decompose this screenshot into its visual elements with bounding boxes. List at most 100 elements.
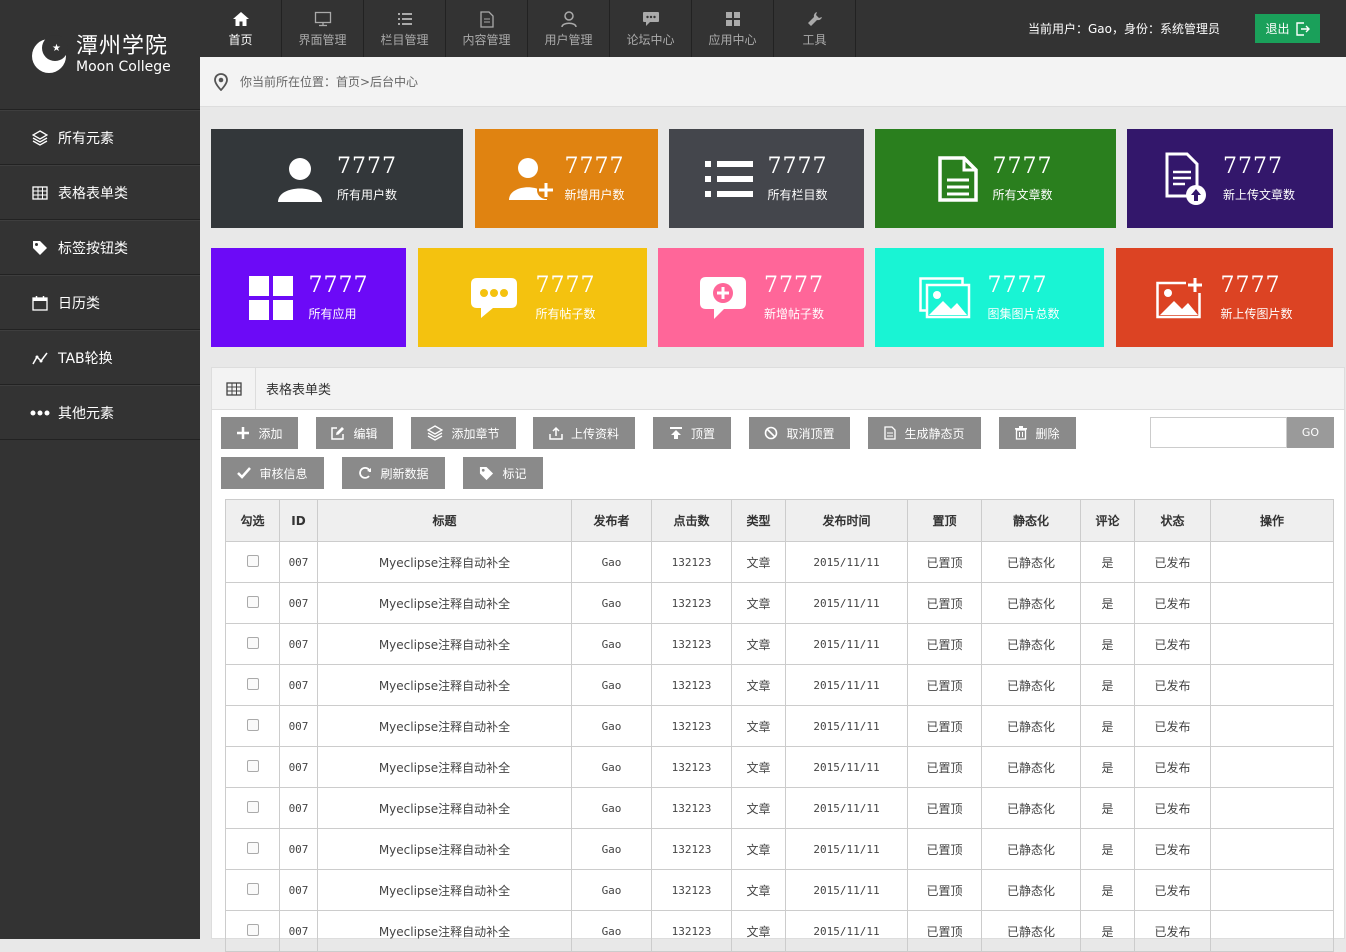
actions-cell[interactable] (1210, 664, 1334, 706)
tag-icon (479, 466, 494, 481)
refresh-data-button[interactable]: 刷新数据 (342, 457, 445, 489)
logo: ★ 潭州学院 Moon College (0, 0, 200, 110)
row-checkbox[interactable] (246, 554, 259, 567)
row-checkbox[interactable] (246, 636, 259, 649)
tab-tools[interactable]: 工具 (774, 0, 856, 57)
row-checkbox[interactable] (246, 923, 259, 936)
tab-forum-center[interactable]: 论坛中心 (610, 0, 692, 57)
actions-cell[interactable] (1210, 828, 1334, 870)
sidebar-item-label: 标签按钮类 (58, 240, 128, 257)
add-chapter-button[interactable]: 添加章节 (411, 417, 516, 449)
unpin-top-button[interactable]: 取消顶置 (749, 417, 850, 449)
chart-line-icon (30, 350, 50, 366)
row-checkbox[interactable] (246, 800, 259, 813)
sidebar-item-other[interactable]: 其他元素 (0, 385, 200, 440)
table-cell: 已静态化 (981, 787, 1081, 829)
actions-cell[interactable] (1210, 746, 1334, 788)
stat-card-new-articles[interactable]: 7777 新上传文章数 (1127, 129, 1333, 228)
sidebar-item-all-elements[interactable]: 所有元素 (0, 110, 200, 165)
search-input[interactable] (1150, 417, 1287, 448)
delete-button[interactable]: 删除 (999, 417, 1076, 449)
table-cell: 132123 (651, 582, 732, 624)
stat-card-gallery-images[interactable]: 7777 图集图片总数 (875, 248, 1104, 347)
sidebar-item-calendar[interactable]: 日历类 (0, 275, 200, 330)
table-cell: 文章 (731, 787, 786, 829)
table-cell: 007 (279, 787, 318, 829)
button-label: 标记 (502, 466, 527, 481)
tag-icon (30, 240, 50, 256)
stat-label: 所有帖子数 (535, 307, 596, 321)
tab-user-management[interactable]: 用户管理 (528, 0, 610, 57)
select-cell (225, 828, 280, 870)
tab-home[interactable]: 首页 (200, 0, 282, 57)
document-icon (479, 9, 494, 29)
table-row: 007 Myeclipse注释自动补全 Gao 132123 文章 2015/11/11 已… (225, 623, 1334, 665)
select-cell (225, 746, 280, 788)
stat-card-new-posts[interactable]: 7777 新增帖子数 (658, 248, 864, 347)
tab-label: 界面管理 (298, 33, 347, 47)
logout-button[interactable]: 退出 (1255, 14, 1320, 43)
table-cell: 2015/11/11 (785, 582, 908, 624)
select-cell (225, 910, 280, 952)
tab-app-center[interactable]: 应用中心 (692, 0, 774, 57)
row-checkbox[interactable] (246, 718, 259, 731)
actions-cell[interactable] (1210, 910, 1334, 952)
go-button[interactable]: GO (1287, 417, 1334, 448)
table-cell: 已置顶 (907, 582, 982, 624)
sidebar-item-tab-switch[interactable]: TAB轮换 (0, 330, 200, 385)
table-cell: 文章 (731, 705, 786, 747)
tab-column-management[interactable]: 栏目管理 (364, 0, 446, 57)
table-cell: 已静态化 (981, 664, 1081, 706)
table-cell: Gao (571, 787, 652, 829)
stat-label: 所有文章数 (992, 188, 1053, 202)
generate-static-button[interactable]: 生成静态页 (868, 417, 981, 449)
row-checkbox[interactable] (246, 882, 259, 895)
table-cell: 007 (279, 910, 318, 952)
column-header: 状态 (1134, 499, 1211, 542)
stat-card-all-apps[interactable]: 7777 所有应用 (211, 248, 406, 347)
add-button[interactable]: 添加 (221, 417, 298, 449)
stat-card-new-users[interactable]: 7777 新增用户数 (475, 129, 658, 228)
table-row: 007 Myeclipse注释自动补全 Gao 132123 文章 2015/11/11 已… (225, 541, 1334, 583)
stat-value: 7777 (535, 273, 596, 298)
row-checkbox[interactable] (246, 841, 259, 854)
actions-cell[interactable] (1210, 582, 1334, 624)
upload-material-button[interactable]: 上传资料 (533, 417, 635, 449)
table-cell: Gao (571, 746, 652, 788)
actions-cell[interactable] (1210, 541, 1334, 583)
table-cell: 是 (1080, 664, 1135, 706)
stat-card-all-users[interactable]: 7777 所有用户数 (211, 129, 463, 228)
table-cell: Gao (571, 541, 652, 583)
sidebar-item-table-form[interactable]: 表格表单类 (0, 165, 200, 220)
stat-card-all-posts[interactable]: 7777 所有帖子数 (418, 248, 647, 347)
mark-button[interactable]: 标记 (463, 457, 543, 489)
actions-cell[interactable] (1210, 787, 1334, 829)
stat-card-all-articles[interactable]: 7777 所有文章数 (875, 129, 1116, 228)
table-cell: 已静态化 (981, 541, 1081, 583)
pin-top-button[interactable]: 顶置 (653, 417, 731, 449)
stat-label: 所有用户数 (336, 188, 397, 202)
table-cell: 已发布 (1134, 623, 1211, 665)
select-cell (225, 787, 280, 829)
actions-cell[interactable] (1210, 869, 1334, 911)
actions-cell[interactable] (1210, 705, 1334, 747)
tab-content-management[interactable]: 内容管理 (446, 0, 528, 57)
logout-label: 退出 (1265, 22, 1290, 36)
stat-card-all-columns[interactable]: 7777 所有栏目数 (669, 129, 864, 228)
row-checkbox[interactable] (246, 677, 259, 690)
table-cell: 已置顶 (907, 746, 982, 788)
edit-icon (331, 426, 345, 440)
table-cell: 已静态化 (981, 746, 1081, 788)
sidebar-item-tag-button[interactable]: 标签按钮类 (0, 220, 200, 275)
row-checkbox[interactable] (246, 759, 259, 772)
review-info-button[interactable]: 审核信息 (221, 457, 324, 489)
row-checkbox[interactable] (246, 595, 259, 608)
moon-logo-icon: ★ (30, 34, 70, 75)
edit-button[interactable]: 编辑 (316, 417, 393, 449)
stat-card-new-images[interactable]: 7777 新上传图片数 (1116, 248, 1333, 347)
user-add-icon (508, 156, 558, 202)
stat-value: 7777 (987, 273, 1048, 298)
actions-cell[interactable] (1210, 623, 1334, 665)
table-cell: 2015/11/11 (785, 705, 908, 747)
tab-ui-management[interactable]: 界面管理 (282, 0, 364, 57)
